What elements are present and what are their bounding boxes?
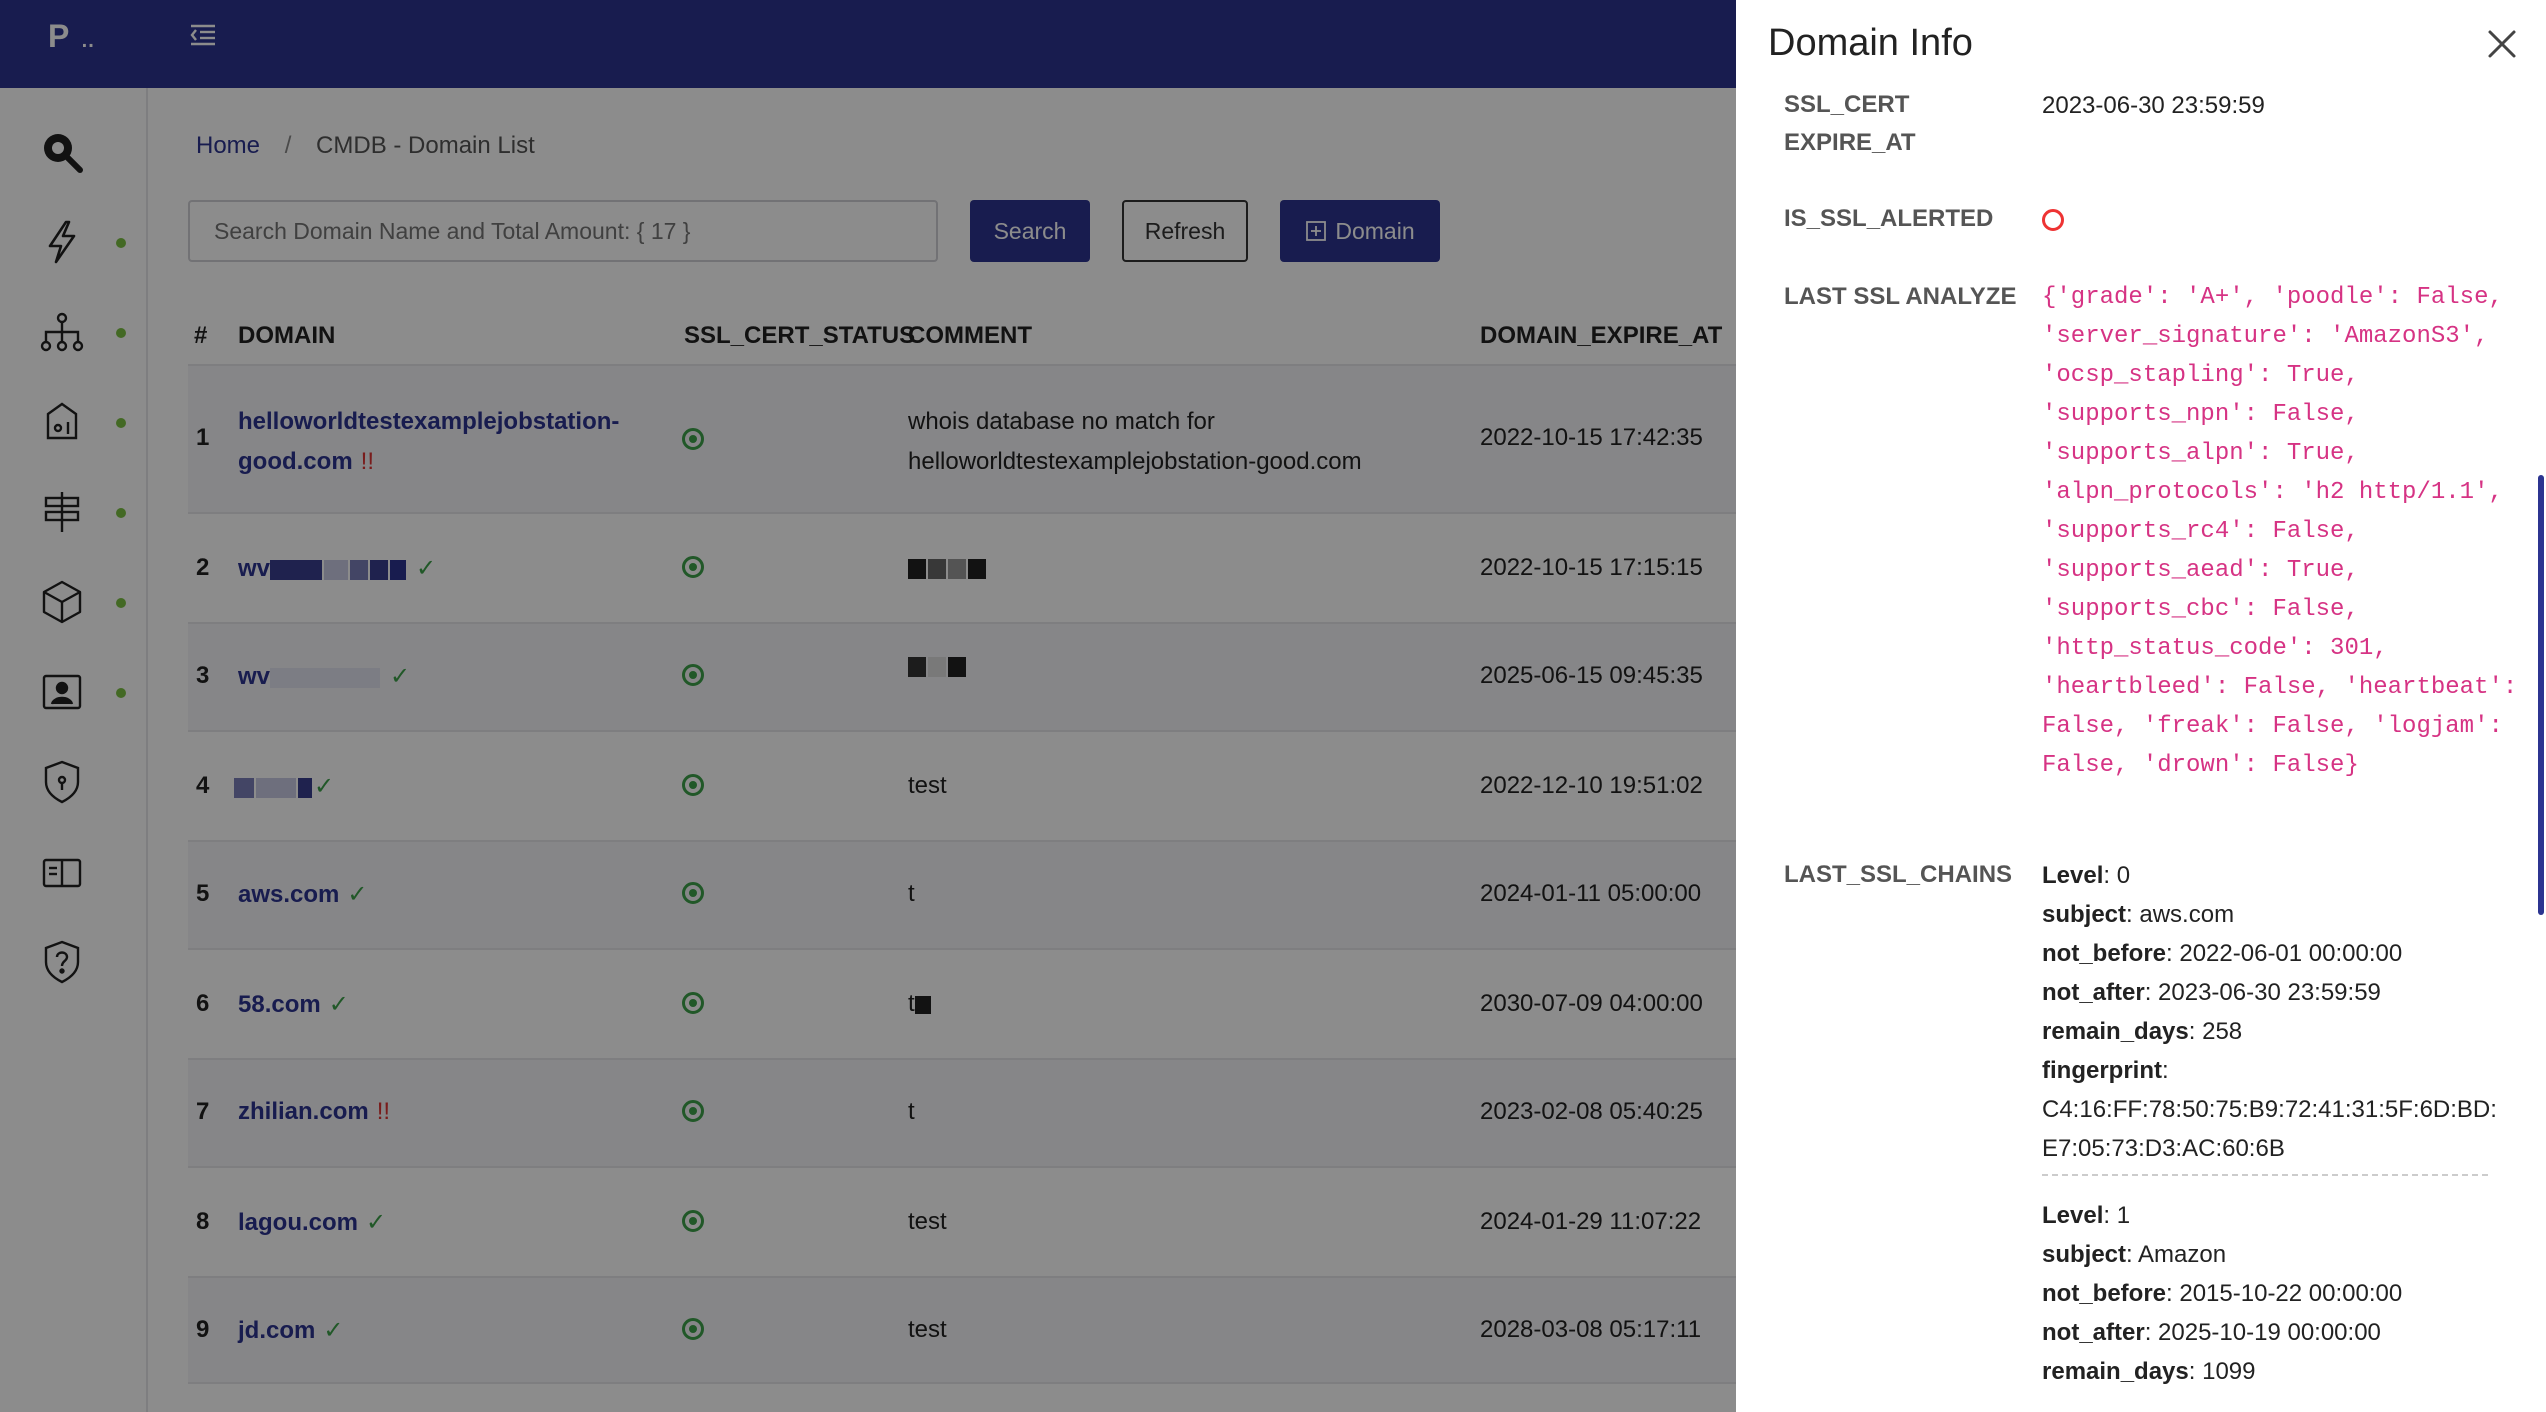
- chain-key: subject: [2042, 901, 2127, 928]
- ssl-chain-1: Level: 1 subject: Amazon not_before: 201…: [2042, 1202, 2403, 1385]
- drawer-overlay-mask[interactable]: [0, 0, 1736, 1412]
- chain-key: Level: [2042, 862, 2104, 889]
- chain-key: not_after: [2042, 1319, 2145, 1346]
- chain-key: subject: [2042, 1241, 2127, 1268]
- field-last-ssl-analyze-label: LAST SSL ANALYZE: [1784, 283, 2017, 310]
- chain-key: remain_days: [2042, 1358, 2189, 1385]
- chain-fingerprint: C4:16:FF:78:50:75:B9:72:41:31:5F:6D:BD:E…: [2042, 1096, 2497, 1162]
- field-last-ssl-chains-label: LAST_SSL_CHAINS: [1784, 861, 2013, 888]
- drawer-scrollbar[interactable]: [2538, 475, 2544, 915]
- chain-key: not_before: [2042, 940, 2167, 967]
- drawer-title: Domain Info: [1768, 22, 1973, 64]
- chain-level: 0: [2116, 862, 2131, 889]
- chain-not-before: 2022-06-01 00:00:00: [2179, 940, 2403, 967]
- field-ssl-cert-expire-at-value: 2023-06-30 23:59:59: [2042, 92, 2265, 119]
- not-alerted-circle-icon: [2042, 209, 2064, 231]
- chain-not-after: 2023-06-30 23:59:59: [2158, 979, 2381, 1006]
- chain-subject: aws.com: [2139, 901, 2235, 928]
- chain-subject: Amazon: [2138, 1241, 2227, 1268]
- field-is-ssl-alerted-value: [2042, 200, 2512, 231]
- chain-not-after: 2025-10-19 00:00:00: [2158, 1319, 2381, 1346]
- domain-info-drawer: Domain Info SSL_CERT EXPIRE_AT 2023-06-3…: [1736, 0, 2546, 1412]
- chain-not-before: 2015-10-22 00:00:00: [2179, 1280, 2403, 1307]
- close-icon[interactable]: [2484, 26, 2520, 62]
- ssl-chain-0: Level: 0 subject: aws.com not_before: 20…: [2042, 856, 2512, 1176]
- chain-key: Level: [2042, 1202, 2104, 1229]
- chain-key: not_before: [2042, 1280, 2167, 1307]
- chain-key: remain_days: [2042, 1018, 2189, 1045]
- chain-remain-days: 258: [2202, 1018, 2243, 1045]
- chain-remain-days: 1099: [2202, 1358, 2256, 1385]
- chain-divider: [2042, 1174, 2488, 1176]
- chain-level: 1: [2116, 1202, 2131, 1229]
- field-label-line-1: SSL_CERT: [1784, 92, 1910, 118]
- drawer-body[interactable]: SSL_CERT EXPIRE_AT 2023-06-30 23:59:59 I…: [1736, 92, 2546, 1412]
- field-last-ssl-analyze-value: {'grade': 'A+', 'poodle': False, 'server…: [2042, 284, 2518, 779]
- field-label-line-2: EXPIRE_AT: [1784, 129, 1916, 156]
- field-ssl-cert-expire-at-label: SSL_CERT EXPIRE_AT: [1784, 92, 1916, 162]
- chain-key: not_after: [2042, 979, 2145, 1006]
- field-last-ssl-chains-value: Level: 0 subject: aws.com not_before: 20…: [2042, 856, 2512, 1391]
- field-is-ssl-alerted-label: IS_SSL_ALERTED: [1784, 205, 1994, 232]
- chain-key: fingerprint: [2042, 1057, 2162, 1084]
